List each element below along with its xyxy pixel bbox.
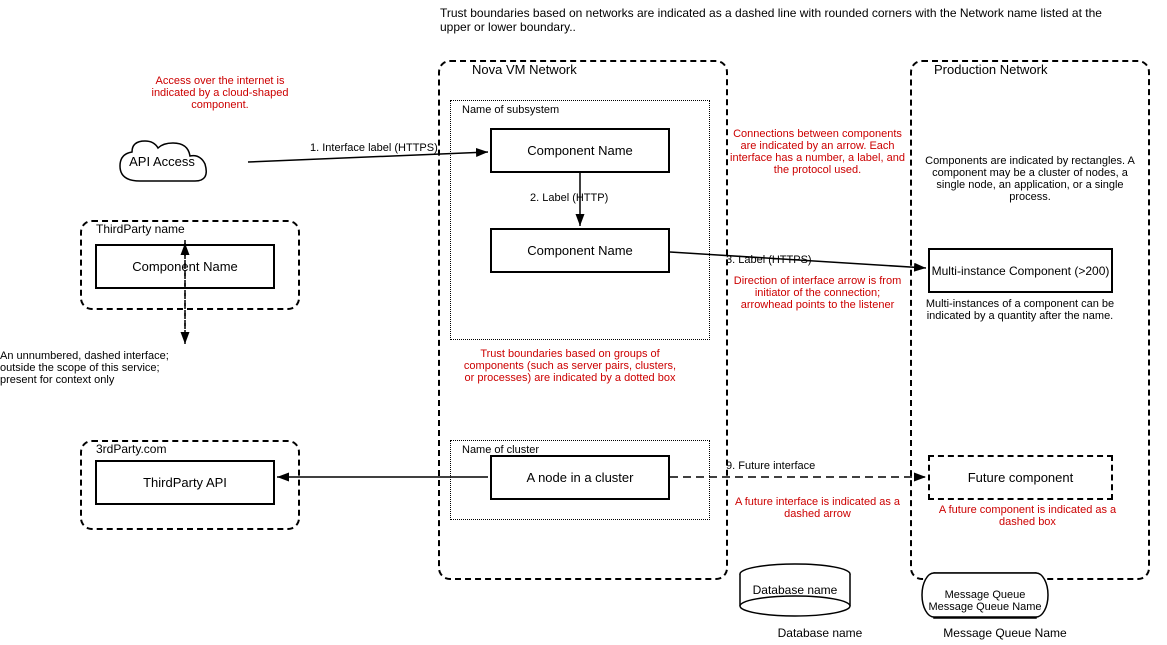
diagram-container: { "top_note": "Trust boundaries based on… bbox=[0, 0, 1167, 645]
db-label: Database name bbox=[755, 626, 885, 640]
cluster-node-box: A node in a cluster bbox=[490, 455, 670, 500]
thirdparty-boundary-label: ThirdParty name bbox=[94, 222, 187, 236]
component-box-2: Component Name bbox=[490, 228, 670, 273]
future-component-annotation: A future component is indicated as a das… bbox=[920, 504, 1135, 528]
interface2-label: 2. Label (HTTP) bbox=[530, 192, 608, 204]
trust-groups-annotation: Trust boundaries based on groups of comp… bbox=[460, 348, 680, 384]
message-queue-shape: Message Queue Message Queue Name bbox=[920, 568, 1050, 623]
thirdparty-api-box: ThirdParty API bbox=[95, 460, 275, 505]
thirdparty2-boundary-label: 3rdParty.com bbox=[94, 442, 168, 456]
connections-annotation: Connections between components are indic… bbox=[730, 128, 905, 176]
cloud-shape: API Access bbox=[110, 136, 250, 191]
unnumbered-label: An unnumbered, dashed interface; outside… bbox=[0, 350, 170, 386]
mq-label: Message Queue Name bbox=[940, 626, 1070, 640]
future-interface-annotation: A future interface is indicated as a das… bbox=[730, 496, 905, 520]
multi-instance-annotation: Multi-instances of a component can be in… bbox=[920, 298, 1120, 322]
prod-network-label: Production Network bbox=[930, 62, 1051, 77]
interface1-label: 1. Interface label (HTTPS) bbox=[310, 142, 438, 154]
svg-text:API Access: API Access bbox=[129, 154, 195, 169]
svg-text:Database name: Database name bbox=[753, 583, 838, 597]
multi-instance-box: Multi-instance Component (>200) bbox=[928, 248, 1113, 293]
future-component-box: Future component bbox=[928, 455, 1113, 500]
thirdparty-component-box: Component Name bbox=[95, 244, 275, 289]
subsystem-label: Name of subsystem bbox=[462, 104, 559, 116]
interface3-label: 3. Label (HTTPS) bbox=[726, 254, 812, 266]
direction-annotation: Direction of interface arrow is from ini… bbox=[730, 275, 905, 311]
component-box-1: Component Name bbox=[490, 128, 670, 173]
internet-annotation: Access over the internet is indicated by… bbox=[140, 75, 300, 111]
database-shape: Database name bbox=[730, 562, 860, 617]
top-note: Trust boundaries based on networks are i… bbox=[440, 6, 1120, 34]
interface9-label: 9. Future interface bbox=[726, 460, 815, 472]
nova-network-label: Nova VM Network bbox=[468, 62, 581, 77]
svg-text:Message Queue: Message Queue bbox=[945, 589, 1026, 601]
svg-text:Message Queue Name: Message Queue Name bbox=[928, 601, 1041, 613]
components-annotation: Components are indicated by rectangles. … bbox=[920, 155, 1140, 203]
